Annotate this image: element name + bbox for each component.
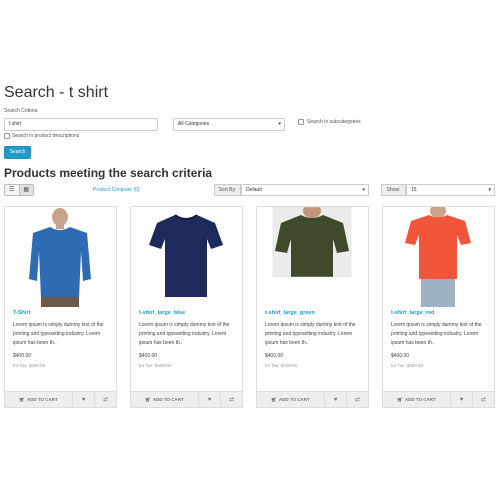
page-title: Search - t shirt	[4, 84, 109, 101]
chevron-down-icon: ▾	[362, 187, 365, 193]
grid-view-button[interactable]: ▦	[18, 185, 33, 195]
product-description: Lorem ipsum is simply dummy text of the …	[13, 322, 104, 346]
exchange-icon: ⇄	[102, 397, 109, 403]
subcategories-checkbox[interactable]	[298, 119, 304, 125]
show-select[interactable]: 15 ▾	[406, 184, 495, 196]
card-actions: 🛒︎ ADD TO CART ♥ ⇄	[383, 391, 494, 407]
product-name-link[interactable]: t-shirt_large_blue	[139, 310, 185, 316]
tshirt-model-image	[405, 207, 471, 307]
exchange-icon: ⇄	[354, 397, 361, 403]
compare-button[interactable]: ⇄	[346, 392, 368, 407]
search-input[interactable]: t shirt	[4, 118, 158, 131]
shopping-cart-icon: 🛒︎	[145, 396, 151, 402]
compare-button[interactable]: ⇄	[472, 392, 494, 407]
add-to-cart-label: ADD TO CART	[26, 397, 58, 402]
grid-icon: ▦	[23, 187, 30, 193]
product-image[interactable]	[131, 207, 242, 307]
shopping-cart-icon: 🛒︎	[271, 396, 277, 402]
descriptions-checkbox[interactable]	[4, 133, 10, 139]
add-to-cart-label: ADD TO CART	[152, 397, 184, 402]
category-select[interactable]: All Categories ▾	[173, 118, 285, 131]
product-description: Lorem ipsum is simply dummy text of the …	[265, 322, 356, 346]
product-description: Lorem ipsum is simply dummy text of the …	[139, 322, 230, 346]
add-to-wishlist-button[interactable]: ♥	[198, 392, 220, 407]
add-to-wishlist-button[interactable]: ♥	[72, 392, 94, 407]
card-actions: 🛒︎ ADD TO CART ♥ ⇄	[257, 391, 368, 407]
product-card: T-Shirt Lorem ipsum is simply dummy text…	[4, 206, 117, 408]
heart-icon: ♥	[459, 396, 464, 403]
chevron-down-icon: ▾	[488, 187, 491, 193]
product-image[interactable]	[5, 207, 116, 307]
tshirt-image	[149, 214, 223, 297]
tshirt-model-image	[272, 207, 352, 278]
exchange-icon: ⇄	[228, 397, 235, 403]
tshirt-model-image	[29, 208, 91, 307]
show-label: Show:	[381, 184, 406, 196]
search-button[interactable]: Search	[4, 146, 31, 159]
add-to-cart-button[interactable]: 🛒︎ ADD TO CART	[131, 392, 198, 407]
descriptions-label: Search in product descriptions	[12, 133, 80, 139]
sort-label: Sort By:	[214, 184, 241, 196]
product-card: t-shirt_large_green Lorem ipsum is simpl…	[256, 206, 369, 408]
product-compare-link[interactable]: Product Compare (0)	[93, 187, 140, 193]
add-to-wishlist-button[interactable]: ♥	[324, 392, 346, 407]
add-to-cart-label: ADD TO CART	[404, 397, 436, 402]
compare-button[interactable]: ⇄	[94, 392, 116, 407]
add-to-cart-label: ADD TO CART	[278, 397, 310, 402]
sort-select[interactable]: Default ▾	[241, 184, 369, 196]
product-ex-tax: Ex Tax: $400.00	[265, 363, 298, 368]
compare-button[interactable]: ⇄	[220, 392, 242, 407]
heart-icon: ♥	[81, 396, 86, 403]
category-select-value: All Categories	[178, 121, 210, 127]
product-price: $400.00	[139, 353, 158, 359]
product-price: $400.00	[391, 353, 410, 359]
product-price: $400.00	[265, 353, 284, 359]
add-to-cart-button[interactable]: 🛒︎ ADD TO CART	[5, 392, 72, 407]
shopping-cart-icon: 🛒︎	[397, 396, 403, 402]
show-select-value: 15	[411, 187, 417, 193]
product-image[interactable]	[383, 207, 494, 307]
search-criteria-label: Search Criteria	[4, 108, 38, 114]
exchange-icon: ⇄	[480, 397, 487, 403]
view-toggle: ☰ ▦	[4, 184, 34, 196]
product-card: t-shirt_large_blue Lorem ipsum is simply…	[130, 206, 243, 408]
product-name-link[interactable]: t-shirt_large_green	[265, 310, 315, 316]
product-name-link[interactable]: T-Shirt	[13, 310, 30, 316]
product-ex-tax: Ex Tax: $400.00	[13, 363, 46, 368]
add-to-wishlist-button[interactable]: ♥	[450, 392, 472, 407]
list-icon: ☰	[9, 187, 15, 193]
card-actions: 🛒︎ ADD TO CART ♥ ⇄	[131, 391, 242, 407]
product-image[interactable]	[257, 207, 368, 307]
subcategories-label: Search in subcategories	[307, 119, 361, 125]
add-to-cart-button[interactable]: 🛒︎ ADD TO CART	[257, 392, 324, 407]
heart-icon: ♥	[207, 396, 212, 403]
list-view-button[interactable]: ☰	[5, 185, 19, 195]
chevron-down-icon: ▾	[278, 121, 281, 127]
product-price: $400.00	[13, 353, 32, 359]
product-ex-tax: Ex Tax: $400.00	[139, 363, 172, 368]
results-heading: Products meeting the search criteria	[4, 166, 213, 180]
product-card: t-shirt_large_red Lorem ipsum is simply …	[382, 206, 495, 408]
product-ex-tax: Ex Tax: $400.00	[391, 363, 424, 368]
card-actions: 🛒︎ ADD TO CART ♥ ⇄	[5, 391, 116, 407]
product-name-link[interactable]: t-shirt_large_red	[391, 310, 434, 316]
sort-select-value: Default	[246, 187, 262, 193]
heart-icon: ♥	[333, 396, 338, 403]
product-description: Lorem ipsum is simply dummy text of the …	[391, 322, 482, 346]
shopping-cart-icon: 🛒︎	[19, 396, 25, 402]
add-to-cart-button[interactable]: 🛒︎ ADD TO CART	[383, 392, 450, 407]
